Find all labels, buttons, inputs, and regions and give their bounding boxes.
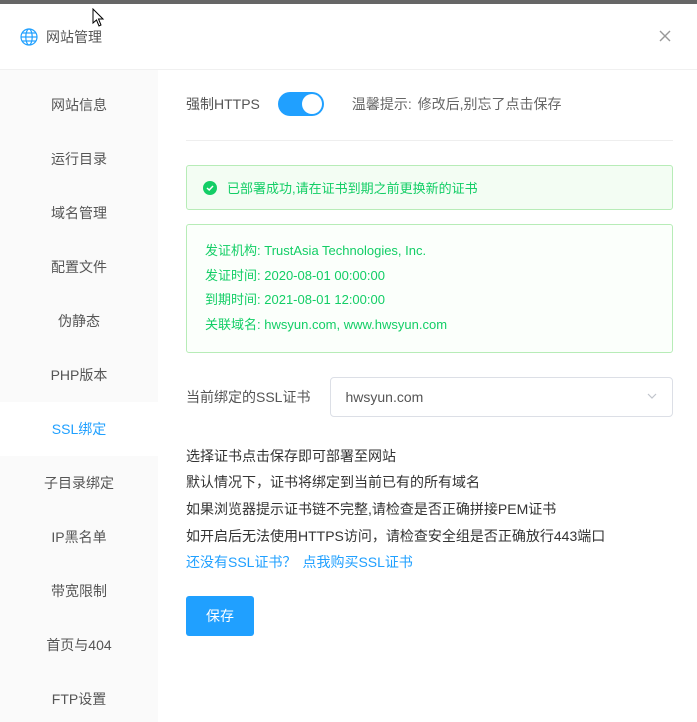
cert-info-box: 发证机构: TrustAsia Technologies, Inc. 发证时间:…	[186, 224, 673, 353]
cert-select-value: hwsyun.com	[345, 389, 423, 405]
sidebar-item-site-info[interactable]: 网站信息	[0, 78, 158, 132]
force-https-label: 强制HTTPS	[186, 94, 260, 114]
sidebar: 网站信息 运行目录 域名管理 配置文件 伪静态 PHP版本 SSL绑定 子目录绑…	[0, 70, 158, 722]
sidebar-item-subdir[interactable]: 子目录绑定	[0, 456, 158, 510]
sidebar-item-run-dir[interactable]: 运行目录	[0, 132, 158, 186]
sidebar-item-rewrite[interactable]: 伪静态	[0, 294, 158, 348]
success-alert-text: 已部署成功,请在证书到期之前更换新的证书	[227, 178, 478, 197]
success-alert: 已部署成功,请在证书到期之前更换新的证书	[186, 165, 673, 210]
cert-select[interactable]: hwsyun.com	[330, 377, 673, 417]
close-icon[interactable]	[653, 22, 677, 51]
sidebar-item-bandwidth[interactable]: 带宽限制	[0, 564, 158, 618]
bound-cert-label: 当前绑定的SSL证书	[186, 387, 310, 407]
tip-text: 温馨提示: 修改后,别忘了点击保存	[352, 94, 562, 114]
sidebar-item-ftp[interactable]: FTP设置	[0, 672, 158, 722]
globe-icon	[20, 28, 38, 46]
content-panel: 强制HTTPS 温馨提示: 修改后,别忘了点击保存 已部署成功,请在证书到期之前…	[158, 70, 697, 722]
chevron-down-icon	[646, 389, 658, 405]
check-circle-icon	[203, 181, 217, 195]
buy-ssl-link[interactable]: 点我购买SSL证书	[302, 554, 412, 570]
description-block: 选择证书点击保存即可部署至网站 默认情况下，证书将绑定到当前已有的所有域名 如果…	[186, 443, 673, 576]
sidebar-item-domain[interactable]: 域名管理	[0, 186, 158, 240]
save-button[interactable]: 保存	[186, 596, 254, 636]
sidebar-item-ssl[interactable]: SSL绑定	[0, 402, 158, 456]
sidebar-item-php[interactable]: PHP版本	[0, 348, 158, 402]
modal-title: 网站管理	[46, 27, 102, 47]
modal-header: 网站管理	[0, 4, 697, 70]
sidebar-item-404[interactable]: 首页与404	[0, 618, 158, 672]
sidebar-item-config[interactable]: 配置文件	[0, 240, 158, 294]
sidebar-item-ip-blacklist[interactable]: IP黑名单	[0, 510, 158, 564]
force-https-toggle[interactable]	[278, 92, 324, 116]
